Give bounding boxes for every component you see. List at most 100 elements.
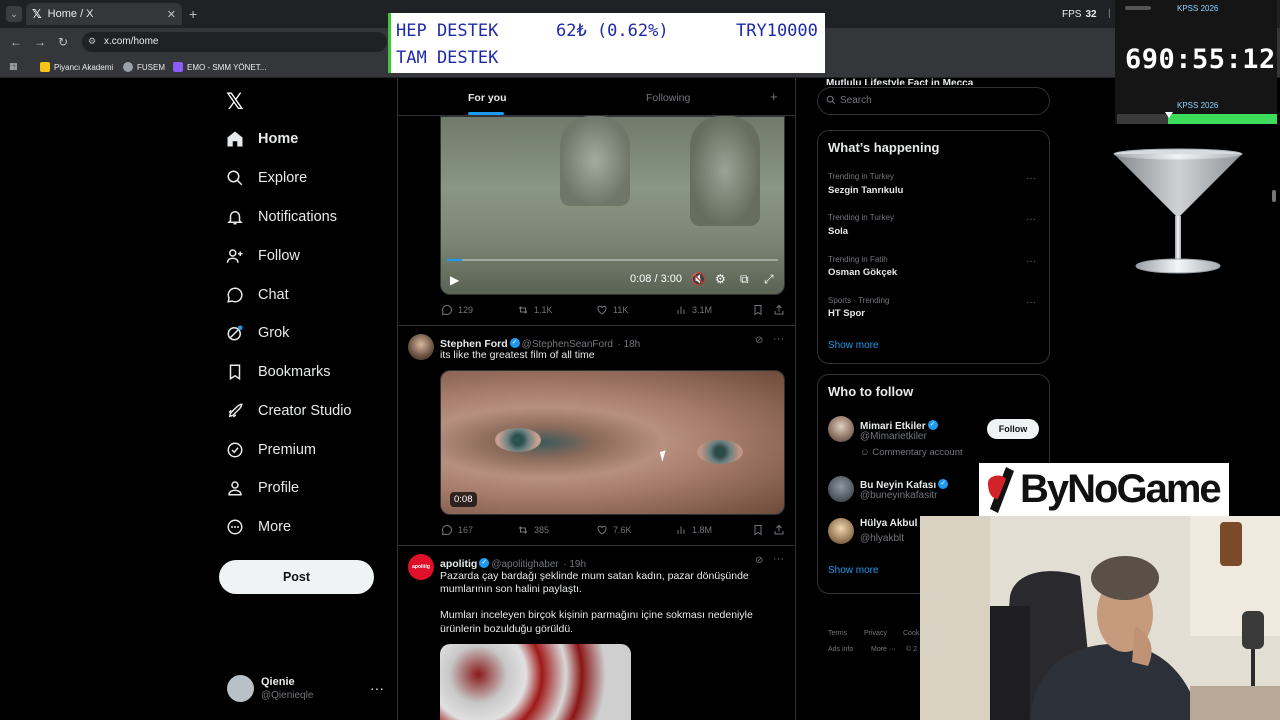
panel-title: Who to follow [828,384,914,399]
avatar[interactable] [828,518,854,544]
tab-title: Home / X [47,8,94,20]
reply-button[interactable]: 129 [441,304,473,316]
like-button[interactable]: 11K [596,304,628,316]
suggestion-name[interactable]: Hülya Akbul [860,518,917,529]
video-progress-track[interactable] [447,259,778,261]
trend-category: Trending in Turkey [828,213,894,222]
trend-name[interactable]: Sezgin Tanrıkulu [828,185,903,196]
trend-more-icon[interactable]: ··· [1026,173,1036,184]
repost-button[interactable]: 385 [517,524,549,536]
reply-count: 167 [458,525,474,535]
site-info-icon[interactable]: ⚙ [88,36,96,47]
add-tab-icon[interactable]: + [770,89,778,104]
avatar[interactable] [408,334,434,360]
bookmark-button[interactable] [752,304,764,316]
back-arrow-icon[interactable]: ← [10,35,22,49]
search-input[interactable]: Search [817,87,1050,115]
person-add-icon [226,249,243,263]
like-button[interactable]: 7.6K [596,524,632,536]
show-more-link[interactable]: Show more [828,565,879,576]
trend-more-icon[interactable]: ··· [1026,214,1036,225]
nav-follow[interactable]: Follow [226,241,300,271]
follow-button[interactable]: Follow [987,419,1039,439]
tab-following[interactable]: Following [646,92,690,104]
footer-link[interactable]: Ads info [828,646,853,653]
tab-close-icon[interactable]: ✕ [167,8,176,21]
bookmark-item[interactable]: EMO - SMM YÖNET... [173,62,266,72]
views-button[interactable]: 3.1M [675,304,712,316]
share-button[interactable] [773,304,785,316]
trend-name[interactable]: Osman Gökçek [828,267,897,278]
nav-home[interactable]: Home [226,124,298,154]
tab-search-icon[interactable]: ⌄ [6,6,22,22]
nav-grok[interactable]: Grok [226,318,289,348]
mute-icon[interactable]: 🔇 [691,272,706,286]
trend-name[interactable]: HT Spor [828,308,865,319]
nav-premium[interactable]: Premium [226,435,316,465]
browser-tab[interactable]: 𝕏 Home / X ✕ [26,3,182,25]
fps-separator: | [1108,8,1111,19]
footer-link[interactable]: Terms [828,630,847,637]
nav-premium-label: Premium [258,442,317,458]
share-icon [774,304,784,315]
views-button[interactable]: 1.8M [675,524,712,536]
account-menu-icon[interactable]: ··· [370,680,384,696]
trend-more-icon[interactable]: ··· [1026,256,1036,267]
nav-profile[interactable]: Profile [226,473,299,503]
video-frame-shape [690,116,760,226]
trend-name[interactable]: Sola [828,226,848,237]
bookmark-favicon-icon [40,62,50,72]
url-input[interactable]: x.com/home [82,32,387,52]
post-button[interactable]: Post [219,560,374,594]
nav-bookmarks[interactable]: Bookmarks [226,357,331,387]
more-options-icon[interactable]: ··· [773,553,784,565]
nav-notifications-label: Notifications [258,209,337,225]
verified-badge-icon: ✓ [927,419,938,430]
fullscreen-icon[interactable]: ⤢ [764,272,774,287]
play-icon[interactable]: ▶ [450,273,459,287]
repost-count: 385 [534,525,550,535]
tweet-time[interactable]: · 18h [617,339,640,350]
repost-button[interactable]: 1.1K [517,304,553,316]
nav-more[interactable]: More [226,512,291,542]
forward-arrow-icon[interactable]: → [34,35,46,49]
page-scrollbar[interactable] [1272,190,1276,202]
apps-grid-icon[interactable]: ▦ [9,61,18,72]
trend-category: Trending in Turkey [828,172,894,181]
trend-more-icon[interactable]: ··· [1026,297,1036,308]
more-options-icon[interactable]: ··· [773,333,784,345]
profile-handle: @Qienieqle [261,690,314,701]
nav-creator-studio[interactable]: Creator Studio [226,396,352,426]
grok-explain-icon[interactable]: ⊘ [755,335,763,346]
new-tab-button[interactable]: + [189,6,197,22]
avatar[interactable] [828,416,854,442]
footer-link[interactable]: More ··· [871,646,896,653]
bookmark-button[interactable] [752,524,764,536]
avatar[interactable] [828,476,854,502]
divider [398,545,795,546]
footer-copyright: © 2 [906,646,917,653]
settings-gear-icon[interactable]: ⚙ [715,272,726,286]
footer-link[interactable]: Cook [903,630,919,637]
nav-explore[interactable]: Explore [226,163,307,193]
nav-chat[interactable]: Chat [226,280,289,310]
tab-for-you[interactable]: For you [468,92,507,104]
bookmark-label: Piyancı Akademi [54,62,114,72]
bookmark-item[interactable]: Piyancı Akademi [40,62,113,72]
bookmark-item[interactable]: FUSEM [123,62,165,72]
timer-logo-icon [1125,4,1151,12]
avatar[interactable] [227,675,254,702]
show-more-link[interactable]: Show more [828,340,879,351]
reply-button[interactable]: 167 [441,524,473,536]
tweet-image[interactable] [440,644,631,720]
pip-icon[interactable]: ⧉ [740,272,749,287]
profile-name[interactable]: Qienie [261,676,295,688]
footer-link[interactable]: Privacy [864,630,887,637]
reply-icon [441,524,453,536]
nav-notifications[interactable]: Notifications [226,202,337,232]
reload-icon[interactable]: ↻ [58,35,68,49]
x-logo-icon[interactable]: 𝕏 [226,89,244,115]
share-button[interactable] [773,524,785,536]
avatar[interactable]: apolitig [408,554,434,580]
grok-explain-icon[interactable]: ⊘ [755,555,763,566]
